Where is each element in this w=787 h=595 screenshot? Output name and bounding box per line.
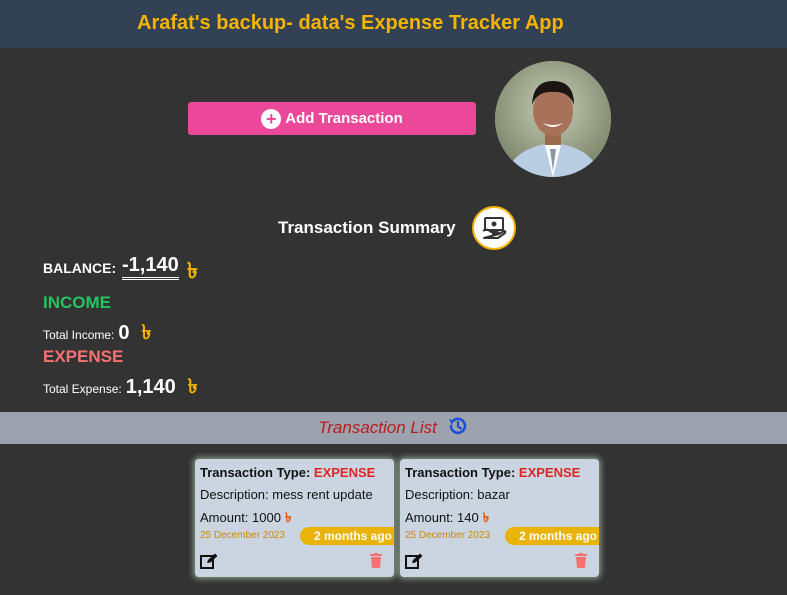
taka-icon: ৳ <box>187 258 198 283</box>
expense-heading: EXPENSE <box>43 347 124 366</box>
transaction-card: Transaction Type: EXPENSE Description: b… <box>400 459 599 577</box>
avatar <box>495 61 611 177</box>
app-title: Arafat's backup- data's Expense Tracker … <box>137 12 564 34</box>
transaction-type-line: Transaction Type: EXPENSE <box>200 465 375 480</box>
transaction-type-label: Transaction Type: <box>200 465 311 480</box>
history-icon[interactable] <box>447 415 469 442</box>
income-heading: INCOME <box>43 293 111 312</box>
money-hand-icon <box>472 206 516 250</box>
taka-icon: ৳ <box>141 322 152 344</box>
total-expense: Total Expense: 1,140 ৳ <box>43 372 198 405</box>
app-header: Arafat's backup- data's Expense Tracker … <box>0 0 787 48</box>
add-transaction-label: Add Transaction <box>285 110 403 127</box>
edit-icon[interactable] <box>405 553 423 569</box>
time-ago-badge: 2 months ago <box>504 527 599 545</box>
plus-circle-icon: + <box>261 108 282 129</box>
transaction-type-line: Transaction Type: EXPENSE <box>405 465 580 480</box>
transaction-amount-line: Amount: 1000 ৳ <box>200 509 291 530</box>
transaction-description: Description: mess rent update <box>200 487 373 502</box>
transaction-list-title: Transaction List <box>318 418 437 437</box>
trash-icon[interactable] <box>370 553 382 568</box>
total-income-label: Total Income: <box>43 328 115 342</box>
transaction-date: 25 December 2023 <box>200 530 286 541</box>
transaction-type-value: EXPENSE <box>313 465 376 480</box>
balance-label: BALANCE: <box>43 260 117 276</box>
transaction-amount: Amount: 140 <box>405 510 479 525</box>
transaction-card: Transaction Type: EXPENSE Description: m… <box>195 459 394 577</box>
taka-icon: ৳ <box>482 510 490 525</box>
transaction-date: 25 December 2023 <box>405 530 491 541</box>
total-expense-value: 1,140 <box>125 376 176 398</box>
balance-value: -1,140 <box>122 253 179 280</box>
summary-title: Transaction Summary <box>278 218 456 237</box>
taka-icon: ৳ <box>187 376 198 398</box>
time-ago-badge: 2 months ago <box>299 527 394 545</box>
trash-icon[interactable] <box>575 553 587 568</box>
transaction-list-header: Transaction List <box>0 412 787 444</box>
total-income-value: 0 <box>118 322 130 344</box>
transaction-amount-line: Amount: 140 ৳ <box>405 509 489 530</box>
add-transaction-button[interactable]: + Add Transaction <box>188 102 476 135</box>
taka-icon: ৳ <box>284 510 292 525</box>
transaction-amount: Amount: 1000 <box>200 510 281 525</box>
transaction-type-value: EXPENSE <box>518 465 581 480</box>
edit-icon[interactable] <box>200 553 218 569</box>
transaction-description: Description: bazar <box>405 487 510 502</box>
total-expense-label: Total Expense: <box>43 382 122 396</box>
transaction-type-label: Transaction Type: <box>405 465 516 480</box>
